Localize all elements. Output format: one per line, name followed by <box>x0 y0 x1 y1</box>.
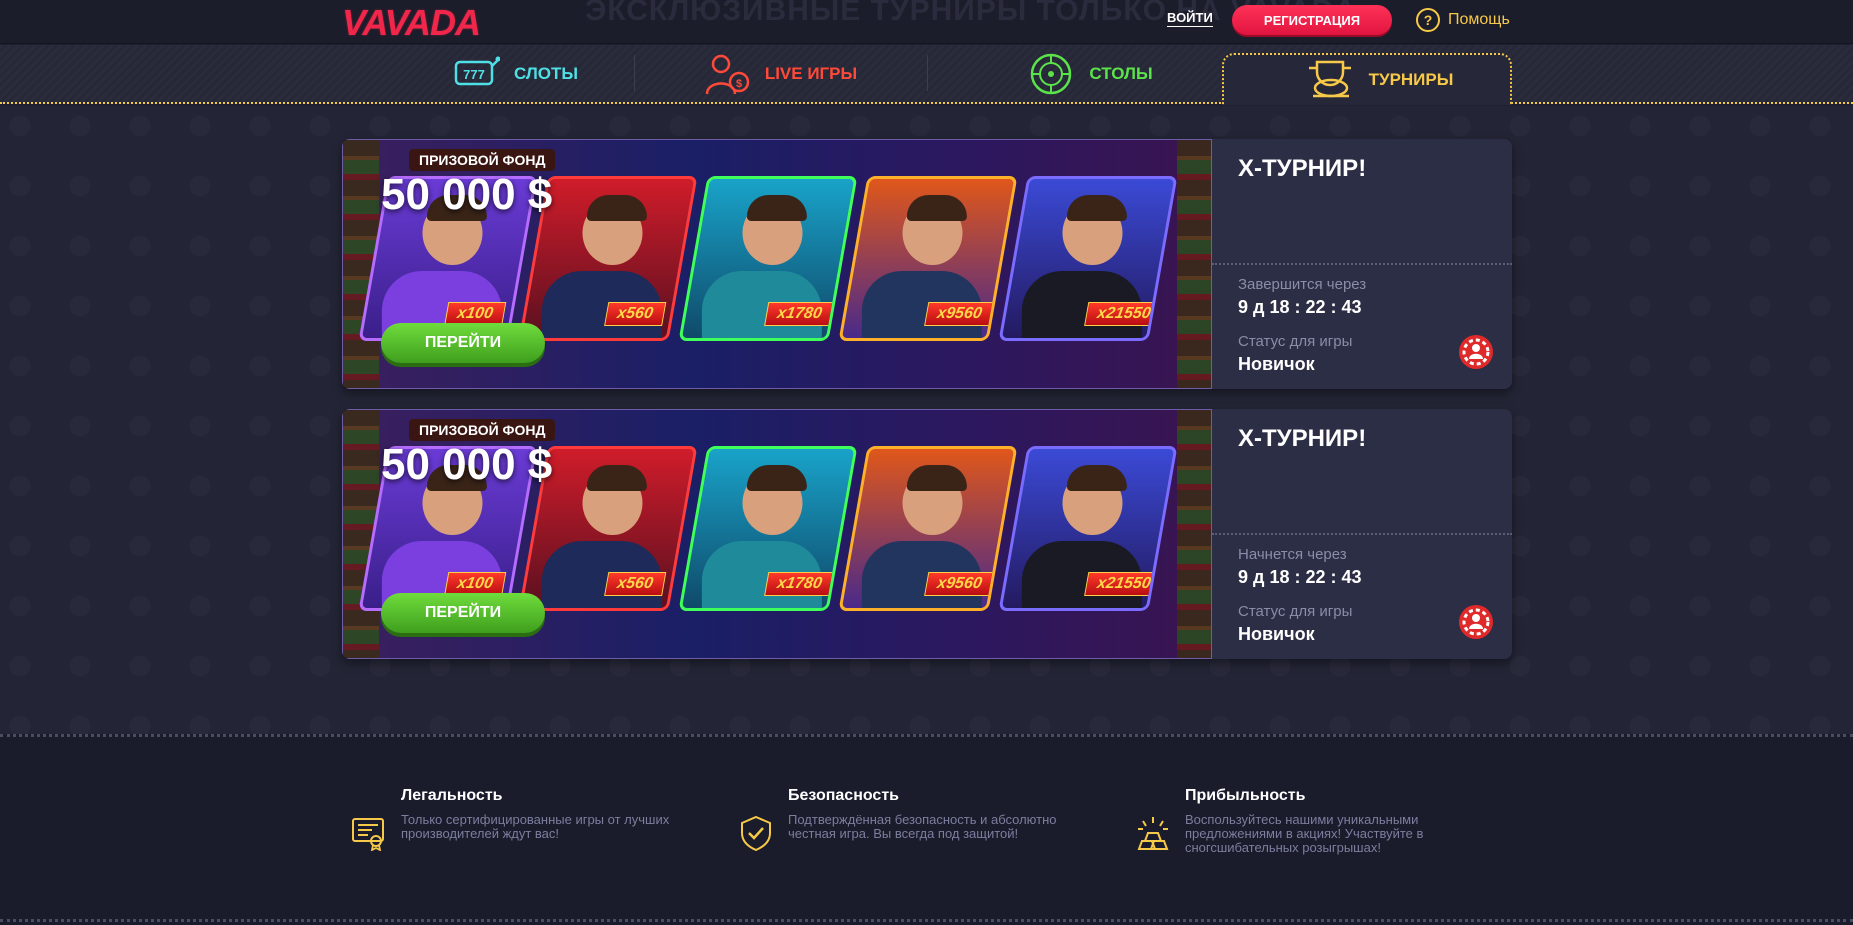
player-panel: x9560 <box>838 446 1018 611</box>
prize-fund-label: ПРИЗОВОЙ ФОНД <box>409 419 556 441</box>
prize-fund-amount: 50 000 $ <box>381 440 553 489</box>
feature-text: Подтверждённая безопасность и абсолютно … <box>788 812 1057 841</box>
multiplier-badge: x9560 <box>924 302 995 326</box>
player-panel: x1780 <box>678 176 858 341</box>
tab-live-label: LIVE ИГРЫ <box>764 63 858 83</box>
multiplier-badge: x9560 <box>924 572 995 596</box>
feature-title: Безопасность <box>788 787 899 804</box>
multiplier-badge: x1780 <box>764 572 835 596</box>
tournament-info: X-ТУРНИР! Начнется через 9 д 18 : 22 : 4… <box>1212 409 1512 659</box>
tab-tournaments[interactable]: ТУРНИРЫ <box>1290 51 1470 108</box>
timer-value: 9 д 18 : 22 : 43 <box>1238 567 1362 587</box>
status-value: Новичок <box>1238 624 1315 644</box>
player-panel: x9560 <box>838 176 1018 341</box>
help-label: Помощь <box>1448 11 1510 28</box>
live-dealer-icon: $ <box>705 54 750 94</box>
help-link[interactable]: ? Помощь <box>1416 8 1510 32</box>
tournament-title: X-ТУРНИР! <box>1238 425 1367 452</box>
slots-777-icon: 777 <box>454 56 500 85</box>
top-header: ЭКСКЛЮЗИВНЫЕ ТУРНИРЫ ТОЛЬКО НА VAVADA VA… <box>0 0 1853 44</box>
tournament-banner[interactable]: x100 x560 x1780 x9560 x21550 ПРИЗОВОЙ ФО… <box>342 139 1212 389</box>
tournament-info: X-ТУРНИР! Завершится через 9 д 18 : 22 :… <box>1212 139 1512 389</box>
tournament-card[interactable]: x100 x560 x1780 x9560 x21550 ПРИЗОВОЙ ФО… <box>342 139 1512 389</box>
feature-text: Воспользуйтесь нашими уникальными предло… <box>1185 812 1424 855</box>
slot-strip-decoration <box>1177 140 1211 388</box>
go-button[interactable]: ПЕРЕЙТИ <box>381 593 545 633</box>
footer: Легальность Только сертифицированные игр… <box>0 734 1853 925</box>
prize-fund-amount: 50 000 $ <box>381 170 553 219</box>
divider <box>1212 533 1512 535</box>
go-button[interactable]: ПЕРЕЙТИ <box>381 323 545 363</box>
tab-tournaments-label: ТУРНИРЫ <box>1368 69 1454 89</box>
player-panel: x21550 <box>998 446 1178 611</box>
nav-divider <box>634 55 635 91</box>
tournament-card[interactable]: x100 x560 x1780 x9560 x21550 ПРИЗОВОЙ ФО… <box>342 409 1512 659</box>
timer-value: 9 д 18 : 22 : 43 <box>1238 297 1362 317</box>
register-button[interactable]: РЕГИСТРАЦИЯ <box>1232 5 1392 35</box>
tournaments-list: x100 x560 x1780 x9560 x21550 ПРИЗОВОЙ ФО… <box>0 106 1853 734</box>
newbie-chip-icon <box>1459 335 1493 369</box>
svg-text:777: 777 <box>463 67 485 82</box>
timer-label: Завершится через <box>1238 276 1367 293</box>
certificate-icon <box>352 818 384 851</box>
multiplier-badge: x560 <box>604 302 666 326</box>
player-panel: x1780 <box>678 446 858 611</box>
prize-fund-label: ПРИЗОВОЙ ФОНД <box>409 149 556 171</box>
status-value: Новичок <box>1238 354 1315 374</box>
nav-divider <box>927 55 928 91</box>
status-label: Статус для игры <box>1238 333 1353 350</box>
gold-bars-icon <box>1137 817 1169 850</box>
tab-live-games[interactable]: $ LIVE ИГРЫ <box>695 45 865 102</box>
tab-tables[interactable]: СТОЛЫ <box>1010 45 1170 102</box>
question-icon: ? <box>1416 8 1440 32</box>
category-nav: 777 СЛОТЫ $ LIVE ИГРЫ СТОЛЫ ТУРНИРЫ <box>0 45 1853 105</box>
tab-slots-label: СЛОТЫ <box>513 63 579 83</box>
login-link[interactable]: ВОЙТИ <box>1167 10 1213 27</box>
svg-text:$: $ <box>736 78 742 90</box>
player-panel: x21550 <box>998 176 1178 341</box>
tab-tables-label: СТОЛЫ <box>1089 63 1153 83</box>
roulette-table-icon <box>1031 53 1072 94</box>
divider <box>1212 263 1512 265</box>
multiplier-badge: x21550 <box>1084 572 1164 596</box>
shield-check-icon <box>741 815 771 851</box>
feature-title: Легальность <box>401 787 503 804</box>
piggy-trophy-icon <box>1308 60 1351 97</box>
feature-text: Только сертифицированные игры от лучших … <box>401 812 670 841</box>
tournament-title: X-ТУРНИР! <box>1238 155 1367 182</box>
vavada-logo[interactable]: VAVADA <box>342 2 481 44</box>
status-label: Статус для игры <box>1238 603 1353 620</box>
slot-strip-decoration <box>1177 410 1211 658</box>
timer-label: Начнется через <box>1238 546 1347 563</box>
footer-divider <box>0 919 1853 922</box>
multiplier-badge: x560 <box>604 572 666 596</box>
tab-slots[interactable]: 777 СЛОТЫ <box>405 45 625 102</box>
newbie-chip-icon <box>1459 605 1493 639</box>
multiplier-badge: x1780 <box>764 302 835 326</box>
multiplier-badge: x21550 <box>1084 302 1164 326</box>
tournament-banner[interactable]: x100 x560 x1780 x9560 x21550 ПРИЗОВОЙ ФО… <box>342 409 1212 659</box>
feature-title: Прибыльность <box>1185 787 1306 804</box>
